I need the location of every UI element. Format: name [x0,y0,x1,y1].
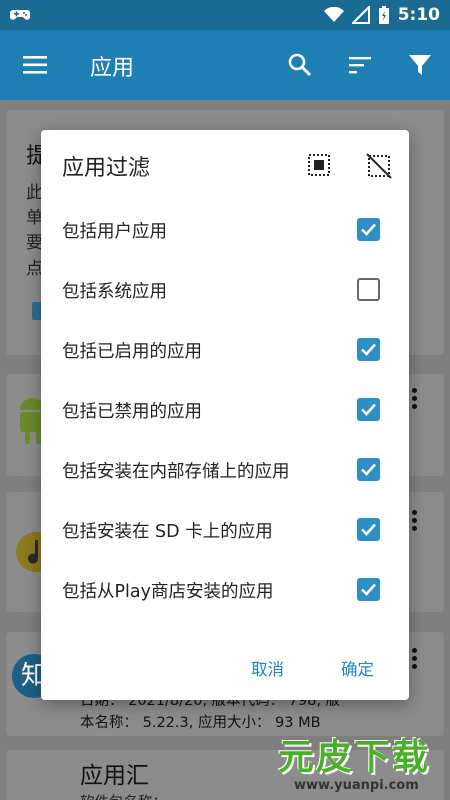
option-label: 包括已禁用的应用 [62,402,202,422]
checkbox-checked[interactable] [357,398,380,421]
option-label: 包括安装在 SD 卡上的应用 [62,522,273,542]
filter-option-disabled-apps[interactable]: 包括已禁用的应用 [41,380,409,440]
ok-button[interactable]: 确定 [341,656,374,680]
filter-option-system-apps[interactable]: 包括系统应用 [41,260,409,320]
filter-option-play-store[interactable]: 包括从Play商店安装的应用 [41,560,409,620]
watermark-url: www.yuanpi.com [294,778,419,793]
status-bar: 5:10 [0,0,450,30]
more-options-icon[interactable] [412,388,418,410]
option-label: 包括已启用的应用 [62,342,202,362]
option-label: 包括安装在内部存储上的应用 [62,462,290,482]
more-options-icon[interactable] [412,510,418,532]
menu-icon[interactable] [22,54,48,76]
watermark-logo: 元皮下载 www.yuanpi.com [266,726,450,800]
cancel-button[interactable]: 取消 [251,656,284,680]
filter-option-user-apps[interactable]: 包括用户应用 [41,200,409,260]
app-bar: 应用 [0,30,450,100]
filter-option-enabled-apps[interactable]: 包括已启用的应用 [41,320,409,380]
more-options-icon[interactable] [412,648,418,670]
signal-icon [351,6,370,24]
gamepad-icon [10,10,30,20]
sort-icon[interactable] [347,52,373,78]
battery-icon [378,6,389,24]
select-all-icon[interactable] [307,153,331,177]
dialog-title: 应用过滤 [62,156,151,181]
checkbox-checked[interactable] [357,518,380,541]
app-filter-dialog: 应用过滤 包括用户应用 包括系统应用 包括已启用的应用 包括已禁用的应用 包括安… [41,130,409,700]
filter-icon[interactable] [407,52,433,78]
checkbox-checked[interactable] [357,218,380,241]
deselect-all-icon[interactable] [366,153,392,179]
wifi-icon [323,7,344,22]
search-icon[interactable] [287,52,313,78]
package-name-label: 软件包名称： [80,792,167,800]
option-label: 包括用户应用 [62,222,167,242]
option-label: 包括系统应用 [62,282,167,302]
filter-option-internal-storage[interactable]: 包括安装在内部存储上的应用 [41,440,409,500]
filter-option-sd-card[interactable]: 包括安装在 SD 卡上的应用 [41,500,409,560]
checkbox-checked[interactable] [357,458,380,481]
status-time: 5:10 [397,5,440,25]
option-label: 包括从Play商店安装的应用 [62,582,274,602]
checkbox-checked[interactable] [357,338,380,361]
app-name: 应用汇 [80,763,149,789]
watermark-brand: 元皮下载 [278,737,431,778]
checkbox-unchecked[interactable] [357,278,380,301]
app-bar-title: 应用 [90,56,135,81]
checkbox-checked[interactable] [357,578,380,601]
